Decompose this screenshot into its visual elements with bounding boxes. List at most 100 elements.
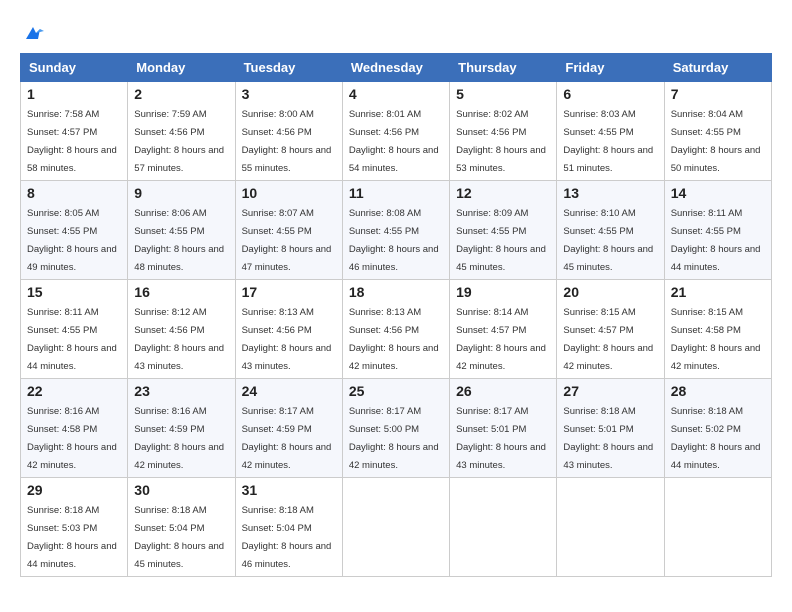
day-info: Sunrise: 8:03 AMSunset: 4:55 PMDaylight:… [563, 109, 653, 174]
day-number: 8 [27, 185, 121, 201]
weekday-header: Monday [128, 54, 235, 82]
calendar-week-row: 1 Sunrise: 7:58 AMSunset: 4:57 PMDaylight… [21, 82, 772, 181]
calendar-cell: 6 Sunrise: 8:03 AMSunset: 4:55 PMDaylight… [557, 82, 664, 181]
calendar-cell: 4Sunrise: 8:01 AMSunset: 4:56 PMDaylight… [342, 82, 449, 181]
day-number: 15 [27, 284, 121, 300]
calendar-cell: 17 Sunrise: 8:13 AMSunset: 4:56 PMDayligh… [235, 280, 342, 379]
day-info: Sunrise: 8:18 AMSunset: 5:01 PMDaylight:… [563, 406, 653, 471]
day-number: 31 [242, 482, 336, 498]
weekday-header: Sunday [21, 54, 128, 82]
calendar-cell [664, 478, 771, 577]
day-info: Sunrise: 7:58 AMSunset: 4:57 PMDaylight:… [27, 109, 117, 174]
day-info: Sunrise: 8:02 AMSunset: 4:56 PMDaylight:… [456, 109, 546, 174]
calendar-cell [342, 478, 449, 577]
day-number: 22 [27, 383, 121, 399]
day-number: 17 [242, 284, 336, 300]
calendar-week-row: 29 Sunrise: 8:18 AMSunset: 5:03 PMDayligh… [21, 478, 772, 577]
day-info: Sunrise: 8:15 AMSunset: 4:57 PMDaylight:… [563, 307, 653, 372]
day-info: Sunrise: 8:09 AMSunset: 4:55 PMDaylight:… [456, 208, 546, 273]
calendar-cell: 31 Sunrise: 8:18 AMSunset: 5:04 PMDayligh… [235, 478, 342, 577]
day-info: Sunrise: 8:14 AMSunset: 4:57 PMDaylight:… [456, 307, 546, 372]
weekday-header: Saturday [664, 54, 771, 82]
day-number: 7 [671, 86, 765, 102]
calendar-cell [557, 478, 664, 577]
day-number: 24 [242, 383, 336, 399]
day-info: Sunrise: 8:15 AMSunset: 4:58 PMDaylight:… [671, 307, 761, 372]
day-number: 12 [456, 185, 550, 201]
day-number: 18 [349, 284, 443, 300]
logo [20, 20, 44, 43]
calendar-cell: 25 Sunrise: 8:17 AMSunset: 5:00 PMDayligh… [342, 379, 449, 478]
calendar-cell: 5 Sunrise: 8:02 AMSunset: 4:56 PMDaylight… [450, 82, 557, 181]
day-number: 3 [242, 86, 336, 102]
calendar-cell: 22Sunrise: 8:16 AMSunset: 4:58 PMDayligh… [21, 379, 128, 478]
calendar-cell: 15Sunrise: 8:11 AMSunset: 4:55 PMDayligh… [21, 280, 128, 379]
calendar-cell: 26Sunrise: 8:17 AMSunset: 5:01 PMDayligh… [450, 379, 557, 478]
calendar-cell: 3 Sunrise: 8:00 AMSunset: 4:56 PMDaylight… [235, 82, 342, 181]
day-info: Sunrise: 7:59 AMSunset: 4:56 PMDaylight:… [134, 109, 224, 174]
day-number: 11 [349, 185, 443, 201]
day-number: 16 [134, 284, 228, 300]
day-number: 28 [671, 383, 765, 399]
calendar-body: 1 Sunrise: 7:58 AMSunset: 4:57 PMDaylight… [21, 82, 772, 577]
calendar-week-row: 8 Sunrise: 8:05 AMSunset: 4:55 PMDaylight… [21, 181, 772, 280]
calendar-cell: 23 Sunrise: 8:16 AMSunset: 4:59 PMDayligh… [128, 379, 235, 478]
calendar-cell: 27 Sunrise: 8:18 AMSunset: 5:01 PMDayligh… [557, 379, 664, 478]
day-info: Sunrise: 8:06 AMSunset: 4:55 PMDaylight:… [134, 208, 224, 273]
day-number: 23 [134, 383, 228, 399]
logo-text [20, 20, 44, 43]
calendar-cell: 10 Sunrise: 8:07 AMSunset: 4:55 PMDayligh… [235, 181, 342, 280]
weekday-header: Wednesday [342, 54, 449, 82]
day-number: 13 [563, 185, 657, 201]
calendar-cell: 18Sunrise: 8:13 AMSunset: 4:56 PMDayligh… [342, 280, 449, 379]
calendar-cell: 7 Sunrise: 8:04 AMSunset: 4:55 PMDaylight… [664, 82, 771, 181]
day-info: Sunrise: 8:17 AMSunset: 5:01 PMDaylight:… [456, 406, 546, 471]
calendar-cell: 9Sunrise: 8:06 AMSunset: 4:55 PMDaylight… [128, 181, 235, 280]
day-number: 27 [563, 383, 657, 399]
day-number: 21 [671, 284, 765, 300]
calendar-cell: 19 Sunrise: 8:14 AMSunset: 4:57 PMDayligh… [450, 280, 557, 379]
calendar-cell: 14Sunrise: 8:11 AMSunset: 4:55 PMDayligh… [664, 181, 771, 280]
day-number: 4 [349, 86, 443, 102]
day-info: Sunrise: 8:17 AMSunset: 4:59 PMDaylight:… [242, 406, 332, 471]
logo-bird-icon [22, 21, 44, 43]
calendar-cell [450, 478, 557, 577]
day-info: Sunrise: 8:04 AMSunset: 4:55 PMDaylight:… [671, 109, 761, 174]
day-number: 30 [134, 482, 228, 498]
day-number: 6 [563, 86, 657, 102]
calendar-cell: 8 Sunrise: 8:05 AMSunset: 4:55 PMDaylight… [21, 181, 128, 280]
calendar-cell: 20Sunrise: 8:15 AMSunset: 4:57 PMDayligh… [557, 280, 664, 379]
day-info: Sunrise: 8:10 AMSunset: 4:55 PMDaylight:… [563, 208, 653, 273]
calendar-cell: 29 Sunrise: 8:18 AMSunset: 5:03 PMDayligh… [21, 478, 128, 577]
calendar-header-row: SundayMondayTuesdayWednesdayThursdayFrid… [21, 54, 772, 82]
day-number: 1 [27, 86, 121, 102]
day-number: 19 [456, 284, 550, 300]
calendar-cell: 1 Sunrise: 7:58 AMSunset: 4:57 PMDaylight… [21, 82, 128, 181]
day-info: Sunrise: 8:12 AMSunset: 4:56 PMDaylight:… [134, 307, 224, 372]
day-info: Sunrise: 8:18 AMSunset: 5:04 PMDaylight:… [242, 505, 332, 570]
calendar-cell: 21 Sunrise: 8:15 AMSunset: 4:58 PMDayligh… [664, 280, 771, 379]
day-info: Sunrise: 8:05 AMSunset: 4:55 PMDaylight:… [27, 208, 117, 273]
calendar-table: SundayMondayTuesdayWednesdayThursdayFrid… [20, 53, 772, 577]
day-number: 25 [349, 383, 443, 399]
day-info: Sunrise: 8:00 AMSunset: 4:56 PMDaylight:… [242, 109, 332, 174]
day-info: Sunrise: 8:16 AMSunset: 4:59 PMDaylight:… [134, 406, 224, 471]
day-number: 2 [134, 86, 228, 102]
weekday-header: Friday [557, 54, 664, 82]
day-info: Sunrise: 8:18 AMSunset: 5:03 PMDaylight:… [27, 505, 117, 570]
weekday-header: Thursday [450, 54, 557, 82]
day-info: Sunrise: 8:18 AMSunset: 5:04 PMDaylight:… [134, 505, 224, 570]
day-number: 29 [27, 482, 121, 498]
calendar-cell: 30 Sunrise: 8:18 AMSunset: 5:04 PMDayligh… [128, 478, 235, 577]
calendar-week-row: 15Sunrise: 8:11 AMSunset: 4:55 PMDayligh… [21, 280, 772, 379]
day-info: Sunrise: 8:11 AMSunset: 4:55 PMDaylight:… [671, 208, 761, 273]
calendar-cell: 13 Sunrise: 8:10 AMSunset: 4:55 PMDayligh… [557, 181, 664, 280]
day-number: 10 [242, 185, 336, 201]
day-info: Sunrise: 8:07 AMSunset: 4:55 PMDaylight:… [242, 208, 332, 273]
day-info: Sunrise: 8:13 AMSunset: 4:56 PMDaylight:… [242, 307, 332, 372]
weekday-header: Tuesday [235, 54, 342, 82]
calendar-cell: 24 Sunrise: 8:17 AMSunset: 4:59 PMDayligh… [235, 379, 342, 478]
day-info: Sunrise: 8:17 AMSunset: 5:00 PMDaylight:… [349, 406, 439, 471]
day-number: 5 [456, 86, 550, 102]
calendar-cell: 2 Sunrise: 7:59 AMSunset: 4:56 PMDaylight… [128, 82, 235, 181]
